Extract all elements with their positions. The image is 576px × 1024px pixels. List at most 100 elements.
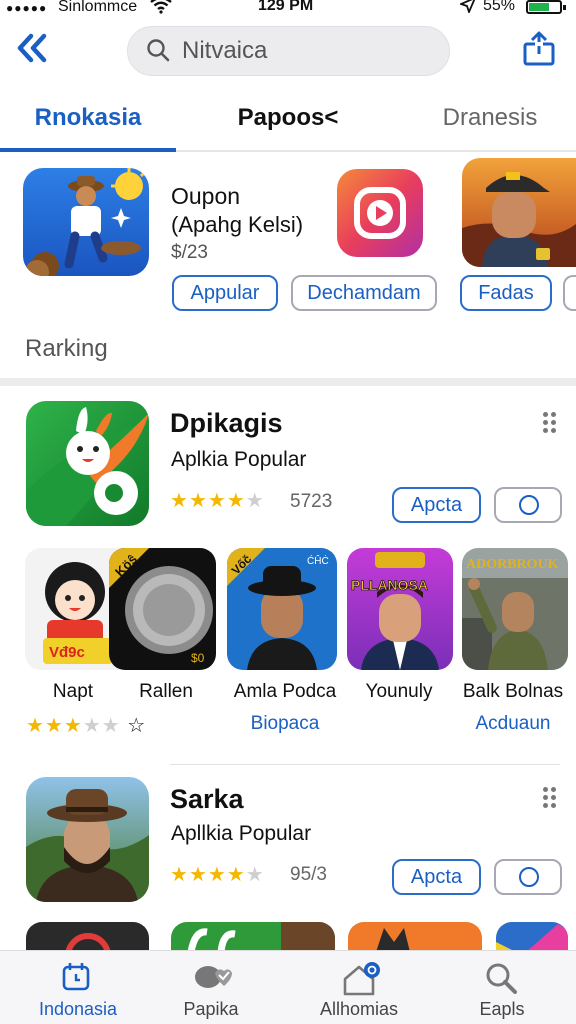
star-outline-icon[interactable]: ☆ xyxy=(121,715,147,737)
sticker-text: Vđ9c xyxy=(49,644,85,661)
rating-count-dpikagis: 5723 xyxy=(290,491,333,512)
tab-dranesis[interactable]: Dranesis xyxy=(404,104,576,132)
signal-strength: ●●●●● xyxy=(6,1,48,15)
partial-app-icon-3[interactable] xyxy=(348,922,482,952)
partial-app-icon-1[interactable] xyxy=(26,922,149,952)
star-filled-icon: ★ xyxy=(170,864,189,886)
list-separator xyxy=(170,764,560,765)
toggle-button[interactable] xyxy=(494,859,562,895)
bunny-leaf-icon xyxy=(26,401,149,526)
location-arrow-icon xyxy=(458,0,476,16)
search-icon xyxy=(486,963,517,994)
grid-app-icon-balk-bolnas[interactable]: ADORBROUK xyxy=(462,548,568,670)
section-divider xyxy=(0,378,576,386)
battery-percentage: 55% xyxy=(483,0,516,14)
app-subtitle-dpikagis: Aplkia Popular xyxy=(171,448,307,471)
circle-icon xyxy=(519,495,539,515)
star-rating-dpikagis: ★★★★★ xyxy=(170,488,265,513)
cartoon-runner-icon xyxy=(23,168,149,276)
search-bar[interactable] xyxy=(127,26,450,76)
partial-icon-art xyxy=(65,933,111,952)
partial-app-icon-4[interactable] xyxy=(496,922,568,952)
star-empty-icon: ★ xyxy=(101,715,121,737)
app-title-dpikagis: Dpikagis xyxy=(170,408,283,438)
adorbrouk-text: ADORBROUK xyxy=(466,557,559,572)
star-filled-icon: ★ xyxy=(207,490,227,512)
nav-label: Eapls xyxy=(479,999,525,1019)
nav-allhomias[interactable]: Allhomias xyxy=(287,951,431,1024)
man-in-suit-icon: PLLANOSA xyxy=(347,548,453,670)
nav-label: Papika xyxy=(183,999,239,1019)
grid-app-icon-younuly[interactable]: PLLANOSA xyxy=(347,548,453,670)
fadas-button[interactable]: Fadas xyxy=(460,275,552,311)
apcta-button[interactable]: Apcta xyxy=(392,859,481,895)
toggle-button[interactable] xyxy=(494,487,562,523)
bottom-nav: Indonasia Papika Allhomias Eapls xyxy=(0,950,576,1024)
share-icon xyxy=(523,31,555,66)
coin-value-text: $0 xyxy=(191,651,205,665)
featured-app-icon[interactable] xyxy=(23,168,149,276)
appular-button[interactable]: Appular xyxy=(172,275,278,311)
grid-link-acduaun[interactable]: Acduaun xyxy=(455,713,571,735)
star-filled-icon: ★ xyxy=(44,715,64,737)
circle-icon xyxy=(519,867,539,887)
star-filled-icon: ★ xyxy=(188,490,208,512)
status-bar: ●●●●● Sinlommce 129 PM 55% xyxy=(0,0,576,18)
wifi-icon xyxy=(150,0,172,18)
grid-label-amla-podca: Amla Podca xyxy=(233,681,337,702)
app-subtitle-sarka: Apllkia Popular xyxy=(171,822,312,845)
star-empty-icon: ★ xyxy=(245,490,265,512)
star-filled-icon: ★ xyxy=(26,715,45,737)
share-button[interactable] xyxy=(520,30,558,68)
more-options-icon[interactable] xyxy=(543,787,557,809)
star-filled-icon: ★ xyxy=(226,490,246,512)
portrait-app-icon[interactable] xyxy=(462,158,576,267)
soldier-scene-icon: ADORBROUK xyxy=(462,548,568,670)
grid-app-icon-rallen[interactable]: Köŝ $0 xyxy=(109,548,216,670)
grid-link-biopaca[interactable]: Biopaca xyxy=(225,713,345,735)
nav-indonasia[interactable]: Indonasia xyxy=(6,951,150,1024)
partial-icon-art xyxy=(187,922,335,952)
search-icon xyxy=(147,39,170,62)
rating-count-sarka: 95/3 xyxy=(290,864,327,885)
star-rating-sarka: ★★★★★ xyxy=(170,862,265,887)
more-options-icon[interactable] xyxy=(543,412,557,434)
nav-eapls[interactable]: Eapls xyxy=(430,951,574,1024)
back-button[interactable] xyxy=(14,30,54,70)
man-in-cap-icon xyxy=(462,158,576,267)
app-title-sarka: Sarka xyxy=(170,784,244,814)
carrier-name: Sinlommce xyxy=(58,0,138,15)
partial-app-icon-2[interactable] xyxy=(171,922,335,952)
star-empty-icon: ★ xyxy=(245,864,265,886)
search-input[interactable] xyxy=(182,35,432,67)
star-filled-icon: ★ xyxy=(226,864,246,886)
grid-star-rating: ★★★★★ ☆ xyxy=(26,713,146,738)
tab-papoos[interactable]: Papoos< xyxy=(200,104,376,132)
overflow-button[interactable] xyxy=(563,275,576,311)
featured-app-title: Oupon xyxy=(171,183,241,209)
partial-icon-art xyxy=(376,928,410,952)
silver-coin-icon: Köŝ $0 xyxy=(109,548,216,670)
grid-label-younuly: Younuly xyxy=(365,681,433,702)
tab-rnokasia[interactable]: Rnokasia xyxy=(0,104,176,132)
dechamdam-button[interactable]: Dechamdam xyxy=(291,275,437,311)
tab-bar: Rnokasia Papoos< Dranesis xyxy=(0,92,576,152)
nav-papika[interactable]: Papika xyxy=(139,951,283,1024)
star-filled-icon: ★ xyxy=(188,864,208,886)
nav-label: Indonasia xyxy=(38,999,118,1019)
nav-label: Allhomias xyxy=(319,999,399,1019)
apcta-button[interactable]: Apcta xyxy=(392,487,481,523)
pllanosa-text: PLLANOSA xyxy=(351,577,428,593)
star-filled-icon: ★ xyxy=(207,864,227,886)
app-icon-sarka[interactable] xyxy=(26,777,149,902)
app-icon-dpikagis[interactable] xyxy=(26,401,149,526)
grid-app-icon-amla-podca[interactable]: Vốč ĆĤĊ xyxy=(227,548,337,670)
man-with-hat-icon: Vốč ĆĤĊ xyxy=(227,548,337,670)
video-app-icon[interactable] xyxy=(337,169,423,257)
hat-badge-text-2: ĆĤĊ xyxy=(307,554,329,567)
chat-heart-icon xyxy=(195,966,232,988)
calendar-icon xyxy=(62,963,90,991)
bearded-man-icon xyxy=(26,777,149,902)
grid-label-balk-bolnas: Balk Bolnas xyxy=(462,681,564,702)
double-chevron-left-icon xyxy=(17,33,47,63)
